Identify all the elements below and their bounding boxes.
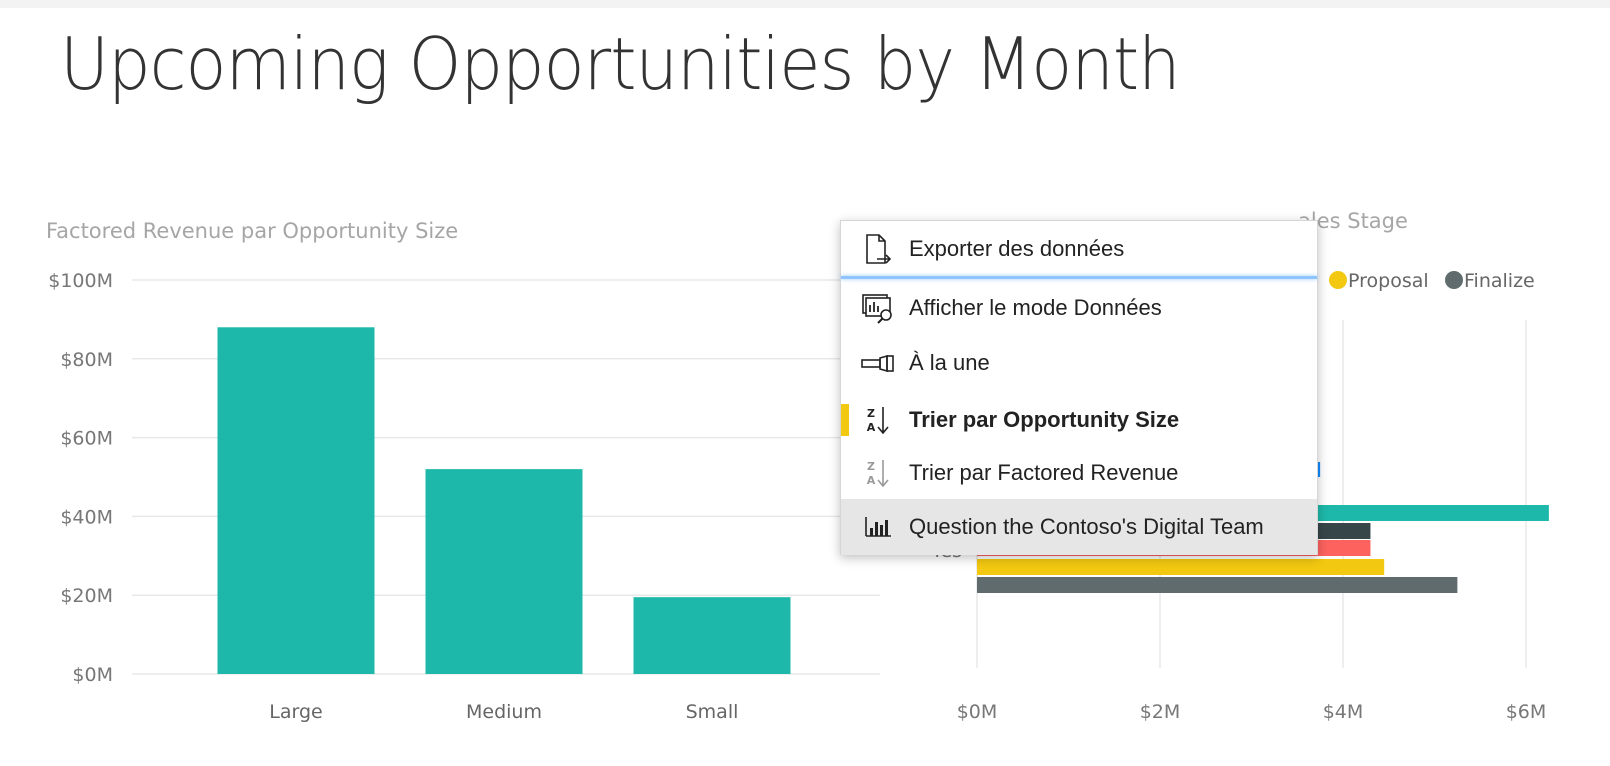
legend-marker: [1445, 271, 1463, 289]
column-chart-visual[interactable]: Factored Revenue par Opportunity Size $0…: [0, 200, 880, 740]
y-tick-label: $40M: [60, 506, 113, 528]
x-tick-label: Medium: [466, 701, 542, 723]
page-title: Upcoming Opportunities by Month: [60, 22, 1181, 106]
x-tick-label: Large: [269, 701, 322, 723]
menu-item-label: Exporter des données: [909, 236, 1125, 261]
y-tick-label: $60M: [60, 428, 113, 450]
menu-item-show-data[interactable]: Afficher le mode Données: [841, 283, 1317, 333]
sort-icon: Z A: [861, 404, 895, 436]
menu-item-question-digital-team[interactable]: Question the Contoso's Digital Team: [841, 499, 1317, 555]
sort-glyph-top: Z: [867, 406, 875, 420]
sort-glyph-bottom: A: [866, 420, 876, 434]
menu-focus-indicator: [841, 276, 1317, 279]
x-tick-label: $6M: [1506, 701, 1547, 723]
bar: [977, 559, 1385, 575]
y-tick-label: $80M: [60, 349, 113, 371]
bar: [633, 597, 791, 674]
menu-item-label: Trier par Opportunity Size: [909, 407, 1180, 432]
bar: [217, 327, 375, 674]
y-tick-label: $20M: [60, 585, 113, 607]
menu-item-label: Question the Contoso's Digital Team: [909, 514, 1264, 539]
menu-item-label: Afficher le mode Données: [909, 295, 1162, 320]
bar-chart-icon: [861, 511, 895, 543]
bar: [425, 469, 583, 674]
x-tick-label: Small: [686, 701, 739, 723]
x-tick-label: $4M: [1323, 701, 1364, 723]
top-strip: [0, 0, 1610, 8]
context-menu: Exporter des données Afficher le mode Do…: [840, 220, 1318, 555]
menu-item-spotlight[interactable]: À la une: [841, 338, 1317, 388]
sort-glyph-bottom: A: [866, 473, 876, 487]
spotlight-icon: [861, 347, 895, 379]
bar: [977, 577, 1458, 593]
show-data-icon: [861, 292, 895, 324]
legend-label: Proposal: [1348, 270, 1429, 292]
y-tick-label: $100M: [48, 270, 113, 292]
legend-label: Finalize: [1464, 270, 1535, 292]
menu-item-sort-factored-revenue[interactable]: Z A Trier par Factored Revenue: [841, 447, 1317, 499]
x-tick-label: $2M: [1140, 701, 1181, 723]
menu-item-label: Trier par Factored Revenue: [909, 460, 1179, 485]
x-tick-label: $0M: [957, 701, 998, 723]
sort-glyph-top: Z: [867, 459, 875, 473]
sort-icon: Z A: [861, 457, 895, 489]
selected-indicator: [841, 404, 849, 436]
menu-item-label: À la une: [909, 350, 990, 375]
export-data-icon: [861, 233, 895, 265]
y-tick-label: $0M: [72, 664, 113, 686]
menu-item-export-data[interactable]: Exporter des données: [841, 221, 1317, 277]
menu-item-sort-opportunity-size[interactable]: Z A Trier par Opportunity Size: [841, 393, 1317, 447]
legend-marker: [1329, 271, 1347, 289]
column-chart: $0M $20M $40M $60M $80M $100M Large Medium Small: [48, 270, 880, 723]
